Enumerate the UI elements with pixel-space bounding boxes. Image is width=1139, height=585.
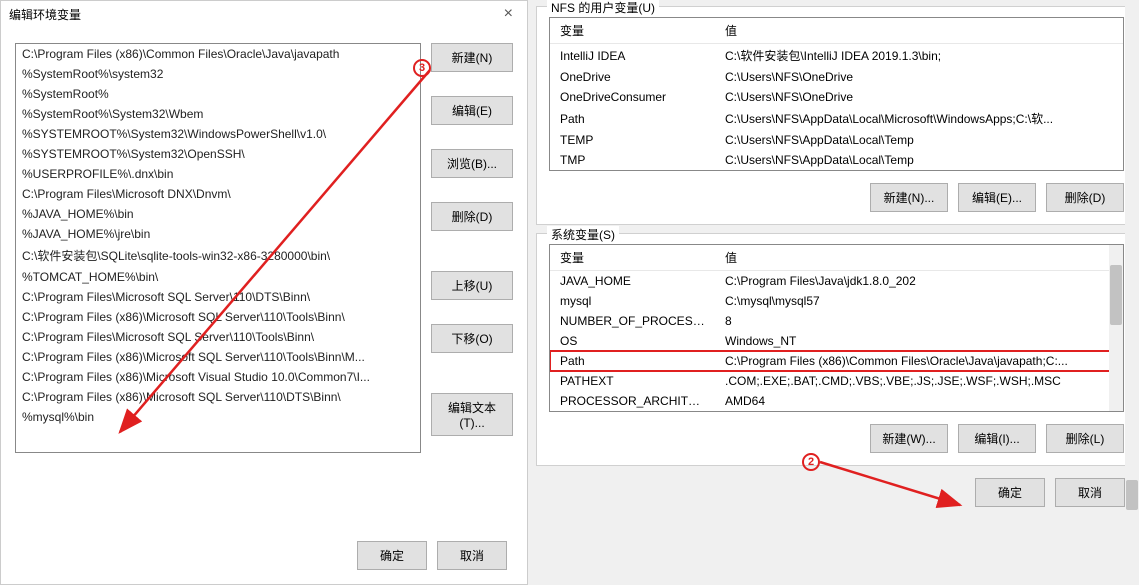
close-icon[interactable]: × — [498, 5, 519, 23]
path-list[interactable]: C:\Program Files (x86)\Common Files\Orac… — [15, 43, 421, 453]
path-item[interactable]: C:\Program Files (x86)\Microsoft SQL Ser… — [16, 347, 420, 367]
var-value: C:\mysql\mysql57 — [715, 291, 1123, 311]
moveup-button[interactable]: 上移(U) — [431, 271, 513, 300]
path-item[interactable]: %SYSTEMROOT%\System32\WindowsPowerShell\… — [16, 124, 420, 144]
var-value: C:\Users\NFS\OneDrive — [715, 87, 1123, 107]
path-item[interactable]: %JAVA_HOME%\bin — [16, 204, 420, 224]
var-name: PROCESSOR_ARCHITECT... — [550, 391, 715, 411]
path-item[interactable]: %SYSTEMROOT%\System32\OpenSSH\ — [16, 144, 420, 164]
var-name: TEMP — [550, 130, 715, 150]
user-delete-button[interactable]: 删除(D) — [1046, 183, 1124, 212]
table-row[interactable]: PROCESSOR_ARCHITECT...AMD64 — [550, 391, 1123, 411]
dialog-footer-buttons: 确定 取消 — [357, 541, 507, 570]
var-value: C:\Program Files\Java\jdk1.8.0_202 — [715, 271, 1123, 292]
sys-vars-group: 系统变量(S) 变量 值 JAVA_HOMEC:\Program Files\J… — [536, 233, 1137, 466]
var-value: C:\Users\NFS\AppData\Local\Temp — [715, 130, 1123, 150]
edit-env-dialog: 编辑环境变量 × C:\Program Files (x86)\Common F… — [0, 0, 528, 585]
var-name: TMP — [550, 150, 715, 170]
sys-vars-table: 变量 值 JAVA_HOMEC:\Program Files\Java\jdk1… — [550, 245, 1123, 411]
path-item[interactable]: C:\Program Files (x86)\Microsoft SQL Ser… — [16, 307, 420, 327]
edit-button[interactable]: 编辑(E) — [431, 96, 513, 125]
sys-vars-table-wrap[interactable]: 变量 值 JAVA_HOMEC:\Program Files\Java\jdk1… — [549, 244, 1124, 412]
path-item[interactable]: C:\Program Files (x86)\Microsoft Visual … — [16, 367, 420, 387]
var-name: OS — [550, 331, 715, 351]
path-item[interactable]: C:\Program Files (x86)\Microsoft SQL Ser… — [16, 387, 420, 407]
path-item[interactable]: C:\Program Files\Microsoft SQL Server\11… — [16, 327, 420, 347]
path-item[interactable]: %TOMCAT_HOME%\bin\ — [16, 267, 420, 287]
path-item[interactable]: C:\软件安装包\SQLite\sqlite-tools-win32-x86-3… — [16, 244, 420, 267]
annotation-2: 2 — [802, 452, 820, 471]
path-item[interactable]: C:\Program Files (x86)\Common Files\Orac… — [16, 44, 420, 64]
var-value: .COM;.EXE;.BAT;.CMD;.VBS;.VBE;.JS;.JSE;.… — [715, 371, 1123, 391]
sys-delete-button[interactable]: 删除(L) — [1046, 424, 1124, 453]
path-item[interactable]: %SystemRoot%\system32 — [16, 64, 420, 84]
button-column: 新建(N) 编辑(E) 浏览(B)... 删除(D) 上移(U) 下移(O) 编… — [431, 43, 513, 453]
cancel-button[interactable]: 取消 — [437, 541, 507, 570]
annotation-3: 3 — [413, 58, 431, 77]
user-vars-group: NFS 的用户变量(U) 变量 值 IntelliJ IDEAC:\软件安装包\… — [536, 6, 1137, 225]
user-vars-table: 变量 值 IntelliJ IDEAC:\软件安装包\IntelliJ IDEA… — [550, 18, 1123, 170]
path-item[interactable]: C:\Program Files\Microsoft DNX\Dnvm\ — [16, 184, 420, 204]
table-row[interactable]: OneDriveConsumerC:\Users\NFS\OneDrive — [550, 87, 1123, 107]
var-value: C:\软件安装包\IntelliJ IDEA 2019.1.3\bin; — [715, 44, 1123, 68]
movedown-button[interactable]: 下移(O) — [431, 324, 513, 353]
var-value: C:\Users\NFS\AppData\Local\Microsoft\Win… — [715, 107, 1123, 130]
table-row[interactable]: TEMPC:\Users\NFS\AppData\Local\Temp — [550, 130, 1123, 150]
col-var[interactable]: 变量 — [550, 18, 715, 44]
table-row[interactable]: JAVA_HOMEC:\Program Files\Java\jdk1.8.0_… — [550, 271, 1123, 292]
sys-edit-button[interactable]: 编辑(I)... — [958, 424, 1036, 453]
ok-button[interactable]: 确定 — [357, 541, 427, 570]
path-item[interactable]: %JAVA_HOME%\jre\bin — [16, 224, 420, 244]
dialog-title: 编辑环境变量 — [9, 6, 81, 23]
var-value: C:\Users\NFS\AppData\Local\Temp — [715, 150, 1123, 170]
var-name: Path — [550, 107, 715, 130]
var-value: C:\Program Files (x86)\Common Files\Orac… — [715, 351, 1123, 371]
path-item[interactable]: %SystemRoot% — [16, 84, 420, 104]
sys-vars-title: 系统变量(S) — [547, 226, 619, 243]
user-new-button[interactable]: 新建(N)... — [870, 183, 948, 212]
sys-new-button[interactable]: 新建(W)... — [870, 424, 948, 453]
col-val[interactable]: 值 — [715, 18, 1123, 44]
user-vars-title: NFS 的用户变量(U) — [547, 0, 659, 16]
var-name: OneDrive — [550, 67, 715, 87]
var-value: Windows_NT — [715, 331, 1123, 351]
var-name: OneDriveConsumer — [550, 87, 715, 107]
path-item[interactable]: %SystemRoot%\System32\Wbem — [16, 104, 420, 124]
user-vars-table-wrap[interactable]: 变量 值 IntelliJ IDEAC:\软件安装包\IntelliJ IDEA… — [549, 17, 1124, 171]
env-vars-panel: NFS 的用户变量(U) 变量 值 IntelliJ IDEAC:\软件安装包\… — [536, 0, 1139, 585]
table-row[interactable]: PATHEXT.COM;.EXE;.BAT;.CMD;.VBS;.VBE;.JS… — [550, 371, 1123, 391]
col-var[interactable]: 变量 — [550, 245, 715, 271]
table-row[interactable]: TMPC:\Users\NFS\AppData\Local\Temp — [550, 150, 1123, 170]
page-scrollbar[interactable] — [1125, 0, 1139, 585]
table-row[interactable]: PathC:\Program Files (x86)\Common Files\… — [550, 351, 1123, 371]
delete-button[interactable]: 删除(D) — [431, 202, 513, 231]
var-name: PATHEXT — [550, 371, 715, 391]
col-val[interactable]: 值 — [715, 245, 1123, 271]
table-row[interactable]: IntelliJ IDEAC:\软件安装包\IntelliJ IDEA 2019… — [550, 44, 1123, 68]
user-edit-button[interactable]: 编辑(E)... — [958, 183, 1036, 212]
var-name: Path — [550, 351, 715, 371]
path-item[interactable]: %USERPROFILE%\.dnx\bin — [16, 164, 420, 184]
var-value: 8 — [715, 311, 1123, 331]
scrollbar[interactable] — [1109, 245, 1123, 411]
footer-cancel-button[interactable]: 取消 — [1055, 478, 1125, 507]
footer-ok-button[interactable]: 确定 — [975, 478, 1045, 507]
path-item[interactable]: C:\Program Files\Microsoft SQL Server\11… — [16, 287, 420, 307]
var-name: JAVA_HOME — [550, 271, 715, 292]
table-row[interactable]: NUMBER_OF_PROCESSORS8 — [550, 311, 1123, 331]
table-row[interactable]: OneDriveC:\Users\NFS\OneDrive — [550, 67, 1123, 87]
var-value: AMD64 — [715, 391, 1123, 411]
path-item[interactable]: %mysql%\bin — [16, 407, 420, 427]
var-name: NUMBER_OF_PROCESSORS — [550, 311, 715, 331]
table-row[interactable]: mysqlC:\mysql\mysql57 — [550, 291, 1123, 311]
var-name: mysql — [550, 291, 715, 311]
table-row[interactable]: PathC:\Users\NFS\AppData\Local\Microsoft… — [550, 107, 1123, 130]
var-value: C:\Users\NFS\OneDrive — [715, 67, 1123, 87]
browse-button[interactable]: 浏览(B)... — [431, 149, 513, 178]
var-name: IntelliJ IDEA — [550, 44, 715, 68]
new-button[interactable]: 新建(N) — [431, 43, 513, 72]
edittext-button[interactable]: 编辑文本(T)... — [431, 393, 513, 436]
table-row[interactable]: OSWindows_NT — [550, 331, 1123, 351]
